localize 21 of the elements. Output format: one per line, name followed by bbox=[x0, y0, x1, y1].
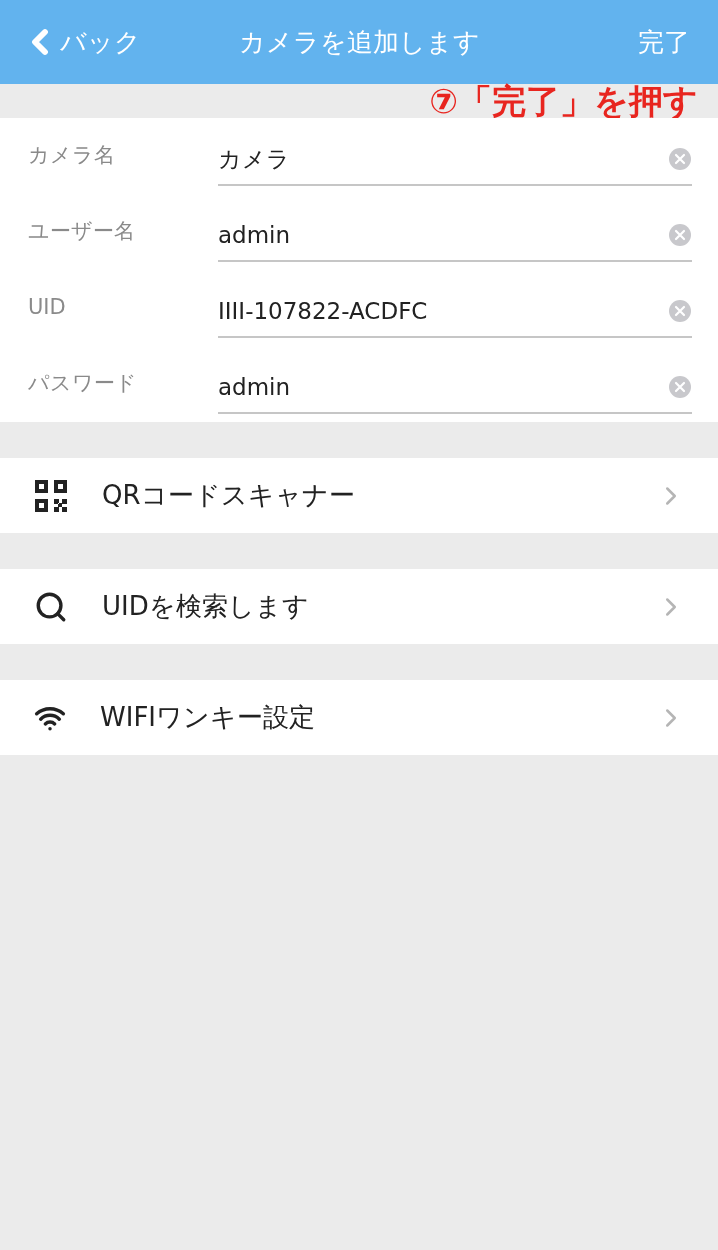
field-label: ユーザー名 bbox=[28, 218, 136, 246]
field-label: カメラ名 bbox=[28, 142, 116, 170]
menu-label: QRコードスキャナー bbox=[102, 479, 356, 512]
text-field[interactable]: カメラ bbox=[218, 134, 668, 184]
menu-label: UIDを検索します bbox=[102, 590, 310, 623]
instruction-annotation: ⑦「完了」を押す bbox=[429, 84, 698, 118]
screen-title: カメラを追加します bbox=[237, 25, 481, 59]
menu-row[interactable]: WIFIワンキー設定 bbox=[0, 680, 718, 755]
clear-icon[interactable] bbox=[668, 299, 692, 323]
qr-code-icon bbox=[34, 478, 68, 513]
text-field[interactable]: IIII-107822-ACDFC bbox=[218, 286, 668, 336]
clear-icon[interactable] bbox=[668, 147, 692, 171]
text-field[interactable]: admin bbox=[218, 210, 668, 260]
menu-row[interactable]: UIDを検索します bbox=[0, 569, 718, 644]
field-label: UID bbox=[28, 294, 67, 322]
clear-icon[interactable] bbox=[668, 223, 692, 247]
text-field[interactable]: admin bbox=[218, 362, 668, 412]
menu-label: WIFIワンキー設定 bbox=[100, 701, 316, 734]
field-label: パスワード bbox=[28, 370, 138, 398]
menu-row[interactable]: QRコードスキャナー bbox=[0, 458, 718, 533]
clear-icon[interactable] bbox=[668, 375, 692, 399]
